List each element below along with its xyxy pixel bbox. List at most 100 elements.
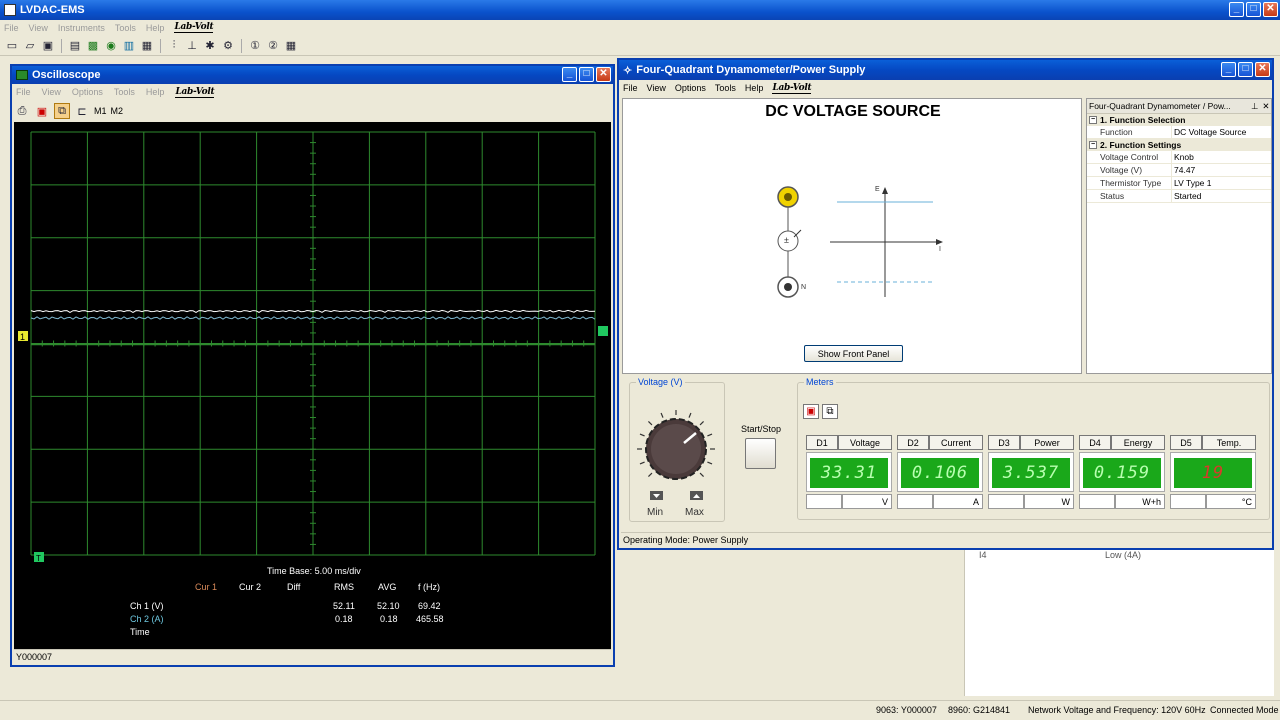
property-row-function[interactable]: Function DC Voltage Source (1087, 126, 1271, 139)
osc-close-button[interactable]: ✕ (596, 67, 611, 82)
oscilloscope-icon[interactable]: ▩ (85, 38, 101, 54)
dyn-minimize-button[interactable]: _ (1221, 62, 1236, 77)
labvolt-logo: Lab-Volt (174, 22, 214, 33)
time-base-readout: Time Base: 5.00 ms/div (267, 566, 361, 576)
osc-minimize-button[interactable]: _ (562, 67, 577, 82)
menu-tools[interactable]: Tools (115, 23, 136, 33)
dyn-close-button[interactable]: ✕ (1255, 62, 1270, 77)
properties-panel: Four-Quadrant Dynamometer / Pow... ⊥ ✕ −… (1086, 98, 1272, 374)
m1-button[interactable]: M1 (94, 106, 107, 116)
meter-copy-icon[interactable]: ⧉ (822, 404, 838, 419)
oscilloscope-title-bar: Oscilloscope _ □ ✕ (12, 66, 613, 84)
oscilloscope-screen: 1 T Time Base: 5.00 ms/div Cur 1 Cur 2 D… (14, 122, 611, 650)
app-title-bar: LVDAC-EMS _ □ ✕ (0, 0, 1280, 20)
start-stop-button[interactable] (745, 438, 776, 469)
table-icon[interactable]: ▦ (139, 38, 155, 54)
dynamometer-icon[interactable]: ② (265, 38, 281, 54)
open-folder-icon[interactable]: ▱ (22, 38, 38, 54)
osc-menu-view[interactable]: View (42, 87, 61, 97)
menu-file[interactable]: File (4, 23, 19, 33)
m2-button[interactable]: M2 (111, 106, 124, 116)
diff-header: Diff (287, 582, 301, 592)
metering-icon[interactable]: ▤ (67, 38, 83, 54)
show-front-panel-button[interactable]: Show Front Panel (804, 345, 903, 362)
temperature-display: 19 (1174, 458, 1252, 488)
app-title: LVDAC-EMS (20, 4, 85, 16)
phasor-icon[interactable]: ◉ (103, 38, 119, 54)
copy-icon[interactable]: ⧉ (54, 103, 70, 119)
ch2-rms: 0.18 (335, 614, 353, 624)
osc-menu-help[interactable]: Help (146, 87, 165, 97)
control-icon[interactable]: ⫶ (166, 38, 182, 54)
status-network: Network Voltage and Frequency: 120V 60Hz (1028, 705, 1206, 715)
dyn-menu-view[interactable]: View (647, 83, 666, 93)
dyn-menu-help[interactable]: Help (745, 83, 764, 93)
osc-labvolt-logo: Lab-Volt (175, 86, 215, 98)
meter-d3-power: D3 Power 3.537 W (988, 435, 1074, 511)
property-row-voltage[interactable]: Voltage (V) 74.47 (1087, 164, 1271, 177)
start-stop-label: Start/Stop (741, 424, 782, 434)
osc-menu-options[interactable]: Options (72, 87, 103, 97)
list-item: I4 Low (4A) (979, 550, 1142, 560)
power-display: 3.537 (992, 458, 1070, 488)
menu-help[interactable]: Help (146, 23, 165, 33)
oscilloscope-toolbar: ⎙ ▣ ⧉ ⊏ M1 M2 (14, 101, 123, 121)
print-icon[interactable]: ⎙ (14, 103, 30, 119)
osc-menu-tools[interactable]: Tools (114, 87, 135, 97)
dynamometer-window-icon: ✧ (623, 64, 633, 77)
voltage-knob[interactable] (630, 383, 726, 523)
menu-view[interactable]: View (29, 23, 48, 33)
voltage-display: 33.31 (810, 458, 888, 488)
oscilloscope-title: Oscilloscope (32, 69, 101, 81)
source-icon[interactable]: ① (247, 38, 263, 54)
wave-icon[interactable]: ✱ (202, 38, 218, 54)
properties-close-icon[interactable]: ✕ (1262, 101, 1269, 112)
grid-icon[interactable]: ▦ (283, 38, 299, 54)
voltage-control-group: Voltage (V) Min Max (629, 377, 726, 523)
oscilloscope-menubar: File View Options Tools Help Lab-Volt (12, 85, 613, 99)
property-row-voltage-control[interactable]: Voltage Control Knob (1087, 151, 1271, 164)
status-connection: Connected Mode (1210, 705, 1279, 715)
trigger-marker-label: T (36, 554, 41, 563)
save-icon[interactable]: ▣ (40, 38, 56, 54)
ch2-frequency: 465.58 (416, 614, 444, 624)
maximize-button[interactable]: □ (1246, 2, 1261, 17)
pin-icon[interactable]: ⊥ (1251, 101, 1258, 112)
cursor-icon[interactable]: ⊏ (74, 103, 90, 119)
axis-i-label: I (939, 246, 941, 253)
record-icon[interactable]: ▣ (34, 103, 50, 119)
collapse-icon[interactable]: − (1089, 141, 1097, 149)
property-row-status[interactable]: Status Started (1087, 190, 1271, 203)
dyn-menu-file[interactable]: File (623, 83, 638, 93)
meters-group: Meters ▣ ⧉ D1 Voltage 33.31 V D2 Current 0… (797, 377, 1270, 520)
category-function-settings[interactable]: −2. Function Settings (1087, 139, 1271, 151)
status-device-1: 9063: Y000007 (876, 705, 937, 715)
properties-title: Four-Quadrant Dynamometer / Pow... (1089, 101, 1231, 111)
avg-header: AVG (378, 582, 397, 592)
meter-record-icon[interactable]: ▣ (803, 404, 819, 419)
collapse-icon[interactable]: − (1089, 116, 1097, 124)
settings-icon[interactable]: ⚙ (220, 38, 236, 54)
category-function-selection[interactable]: −1. Function Selection (1087, 114, 1271, 126)
neutral-terminal-label: N (801, 284, 806, 291)
motor-icon[interactable]: ⊥ (184, 38, 200, 54)
channel-2-level-marker[interactable] (598, 326, 608, 336)
frequency-header: f (Hz) (418, 582, 440, 592)
dyn-maximize-button[interactable]: □ (1238, 62, 1253, 77)
osc-maximize-button[interactable]: □ (579, 67, 594, 82)
ch1-rms: 52.11 (333, 601, 355, 611)
close-button[interactable]: ✕ (1263, 2, 1278, 17)
dc-source-diagram: ± N E I (777, 186, 943, 298)
harmonic-icon[interactable]: ▥ (121, 38, 137, 54)
status-device-2: 8960: G214841 (948, 705, 1011, 715)
knob-min-label: Min (647, 507, 664, 518)
dyn-menu-tools[interactable]: Tools (715, 83, 736, 93)
dynamometer-title: Four-Quadrant Dynamometer/Power Supply (636, 64, 866, 76)
dyn-menu-options[interactable]: Options (675, 83, 706, 93)
property-row-thermistor-type[interactable]: Thermistor Type LV Type 1 (1087, 177, 1271, 190)
rms-header: RMS (334, 582, 354, 592)
osc-menu-file[interactable]: File (16, 87, 31, 97)
new-file-icon[interactable]: ▭ (4, 38, 20, 54)
menu-instruments[interactable]: Instruments (58, 23, 105, 33)
minimize-button[interactable]: _ (1229, 2, 1244, 17)
